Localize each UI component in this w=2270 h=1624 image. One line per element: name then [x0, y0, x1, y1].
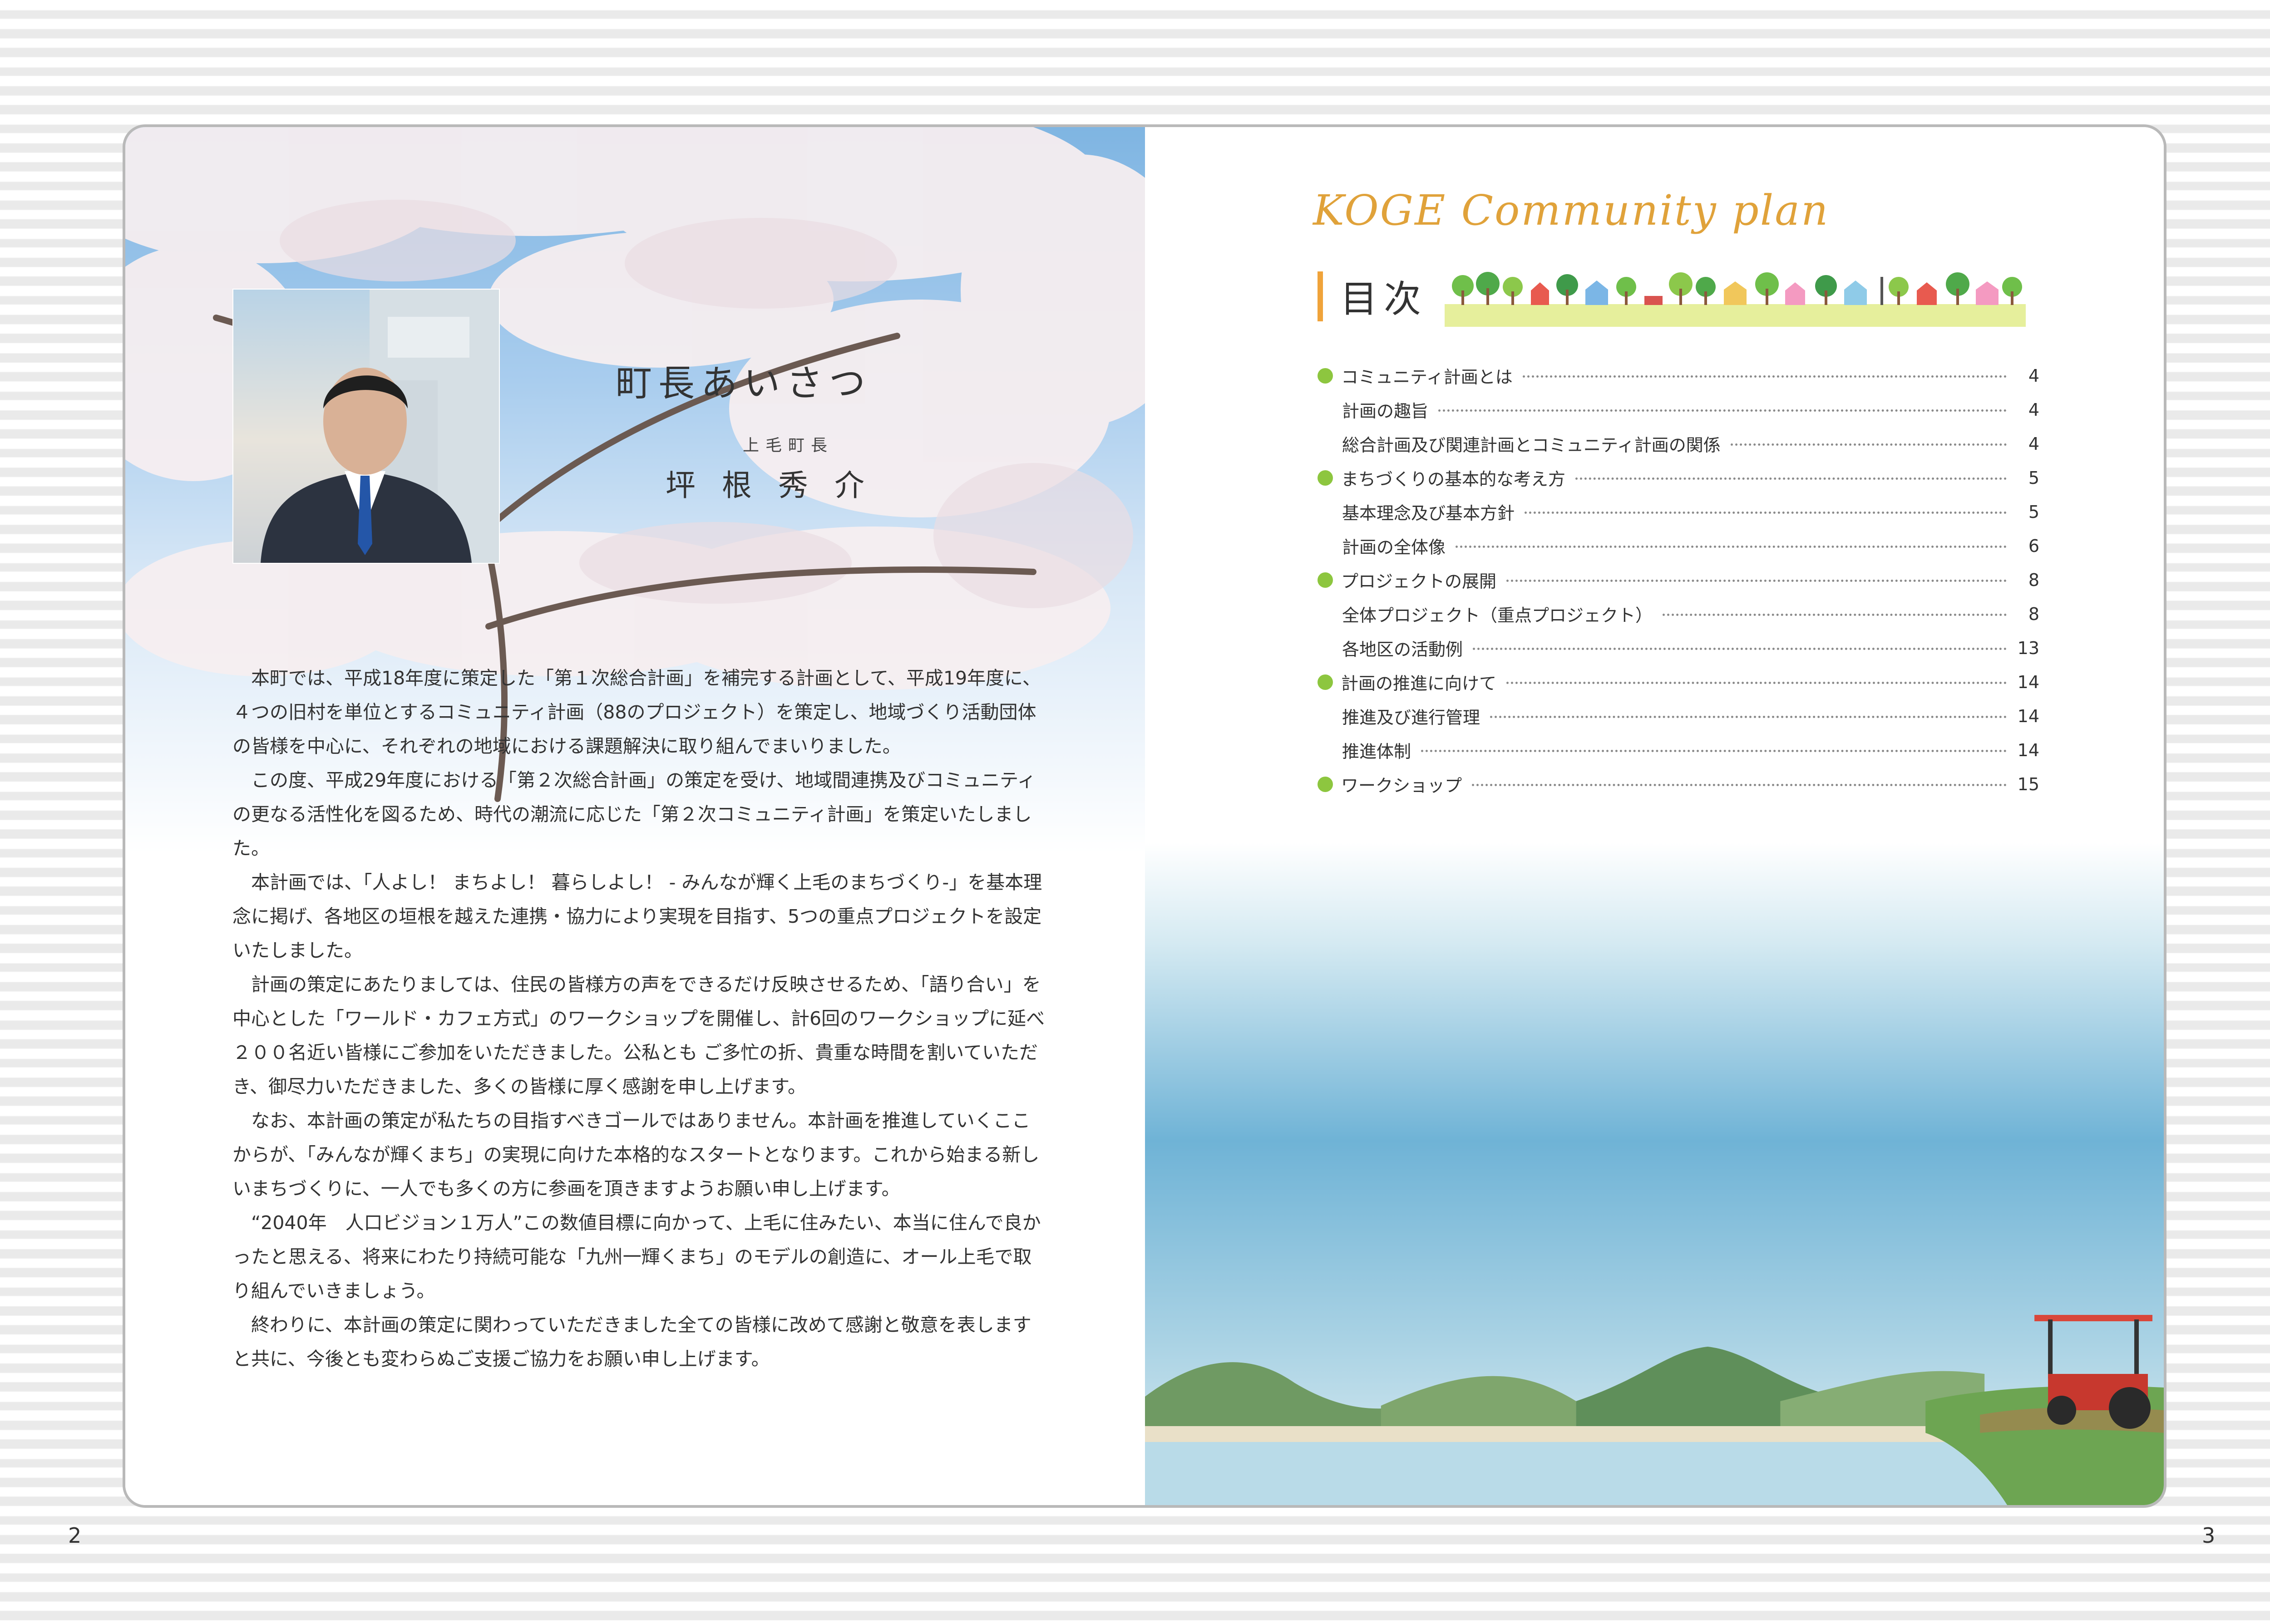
town-illustration-icon	[1445, 272, 2026, 327]
dotted-leader	[1506, 682, 2007, 684]
landscape-painting-image	[1145, 843, 2164, 1505]
dotted-leader	[1575, 477, 2007, 480]
right-page: KOGE Community plan 目次 コミュニティ計画とは 4 計画の趣…	[1145, 127, 2164, 1505]
greeting-title: 町長あいさつ	[616, 362, 872, 404]
dotted-leader	[1525, 512, 2007, 514]
toc-entry[interactable]: 推進及び進行管理 14	[1318, 699, 2039, 733]
brand-logo-text: KOGE Community plan	[1313, 186, 1830, 235]
dotted-leader	[1522, 375, 2007, 378]
toc-entry-label: プロジェクトの展開	[1341, 571, 1497, 591]
toc-entry-label: 計画の趣旨	[1342, 401, 1429, 421]
toc-title: 目次	[1340, 278, 1428, 321]
toc-entry-page: 14	[2017, 740, 2039, 760]
toc-entry[interactable]: 計画の推進に向けて 14	[1318, 665, 2039, 699]
left-page: 町長あいさつ 上毛町長 坪根秀介 本町では、平成18年度に策定した「第１次総合計…	[125, 127, 1145, 1505]
toc-entry-page: 8	[2028, 570, 2039, 590]
toc-entry-label: 計画の推進に向けて	[1341, 674, 1497, 694]
message-paragraph: “2040年 人口ビジョン１万人”この数値目標に向かって、上毛に住みたい、本当に…	[232, 1212, 1041, 1302]
toc-entry-label: ワークショップ	[1341, 776, 1462, 796]
table-of-contents: コミュニティ計画とは 4 計画の趣旨 4 総合計画及び関連計画とコミュニティ計画…	[1318, 359, 2039, 801]
green-dot-icon	[1318, 776, 1333, 792]
toc-entry[interactable]: 全体プロジェクト（重点プロジェクト） 8	[1318, 597, 2039, 631]
green-dot-icon	[1318, 572, 1333, 588]
green-dot-icon	[1318, 470, 1333, 486]
dotted-leader	[1663, 614, 2007, 616]
toc-entry-page: 5	[2028, 502, 2039, 522]
toc-entry-page: 4	[2028, 433, 2039, 454]
toc-entry-label: コミュニティ計画とは	[1341, 367, 1513, 387]
toc-entry-page: 14	[2017, 672, 2039, 692]
page-number-right: 3	[2202, 1523, 2216, 1548]
toc-entry-label: 総合計画及び関連計画とコミュニティ計画の関係	[1342, 435, 1721, 455]
toc-entry-label: 推進体制	[1342, 742, 1411, 762]
toc-entry-label: 推進及び進行管理	[1342, 708, 1480, 728]
message-paragraph: 本計画では、「人よし！ まちよし！ 暮らしよし！ - みんなが輝く上毛のまちづく…	[232, 871, 1042, 961]
toc-entry-label: 全体プロジェクト（重点プロジェクト）	[1342, 605, 1653, 625]
message-paragraph: なお、本計画の策定が私たちの目指すべきゴールではありません。本計画を推進していく…	[232, 1110, 1040, 1200]
author-name: 坪根秀介	[666, 468, 891, 503]
toc-entry-page: 15	[2017, 774, 2039, 794]
mayor-portrait-image	[261, 290, 499, 563]
message-paragraph: 終わりに、本計画の策定に関わっていただきました全ての皆様に改めて感謝と敬意を表し…	[232, 1314, 1031, 1370]
toc-entry-label: 基本理念及び基本方針	[1342, 503, 1515, 523]
mayor-portrait-photo	[232, 289, 500, 564]
toc-entry-label: 各地区の活動例	[1342, 640, 1463, 659]
dotted-leader	[1438, 409, 2007, 412]
message-paragraph: 本町では、平成18年度に策定した「第１次総合計画」を補完する計画として、平成19…	[232, 667, 1041, 757]
dotted-leader	[1490, 716, 2007, 718]
toc-entry[interactable]: コミュニティ計画とは 4	[1318, 359, 2039, 393]
toc-entry-label: まちづくりの基本的な考え方	[1341, 469, 1566, 489]
dotted-leader	[1456, 546, 2007, 548]
toc-entry[interactable]: 総合計画及び関連計画とコミュニティ計画の関係 4	[1318, 427, 2039, 461]
spread-frame: 町長あいさつ 上毛町長 坪根秀介 本町では、平成18年度に策定した「第１次総合計…	[123, 124, 2166, 1508]
dotted-leader	[1472, 784, 2007, 786]
author-role: 上毛町長	[743, 436, 834, 455]
toc-entry-page: 14	[2017, 706, 2039, 726]
dotted-leader	[1473, 648, 2007, 650]
dotted-leader	[1421, 750, 2007, 752]
dotted-leader	[1506, 580, 2007, 582]
toc-entry[interactable]: まちづくりの基本的な考え方 5	[1318, 461, 2039, 495]
toc-entry-page: 13	[2017, 638, 2039, 658]
green-dot-icon	[1318, 368, 1333, 384]
toc-entry-page: 6	[2028, 536, 2039, 556]
toc-entry[interactable]: 計画の全体像 6	[1318, 529, 2039, 563]
message-paragraph: この度、平成29年度における「第２次総合計画」の策定を受け、地域間連携及びコミュ…	[232, 769, 1036, 859]
toc-entry-page: 5	[2028, 468, 2039, 488]
toc-entry[interactable]: 基本理念及び基本方針 5	[1318, 495, 2039, 529]
toc-entry-label: 計画の全体像	[1342, 537, 1446, 557]
toc-entry-page: 8	[2028, 604, 2039, 624]
green-dot-icon	[1318, 674, 1333, 690]
greeting-message: 本町では、平成18年度に策定した「第１次総合計画」を補完する計画として、平成19…	[232, 661, 1045, 1376]
message-paragraph: 計画の策定にあたりましては、住民の皆様方の声をできるだけ反映させるため、「語り合…	[232, 974, 1045, 1097]
toc-entry[interactable]: プロジェクトの展開 8	[1318, 563, 2039, 597]
toc-entry-page: 4	[2028, 399, 2039, 420]
toc-entry[interactable]: 計画の趣旨 4	[1318, 393, 2039, 427]
toc-entry[interactable]: 推進体制 14	[1318, 733, 2039, 767]
toc-entry[interactable]: ワークショップ 15	[1318, 767, 2039, 801]
toc-entry[interactable]: 各地区の活動例 13	[1318, 631, 2039, 665]
dotted-leader	[1730, 443, 2007, 446]
toc-entry-page: 4	[2028, 365, 2039, 386]
toc-accent-bar	[1318, 271, 1323, 321]
page-number-left: 2	[68, 1523, 82, 1548]
